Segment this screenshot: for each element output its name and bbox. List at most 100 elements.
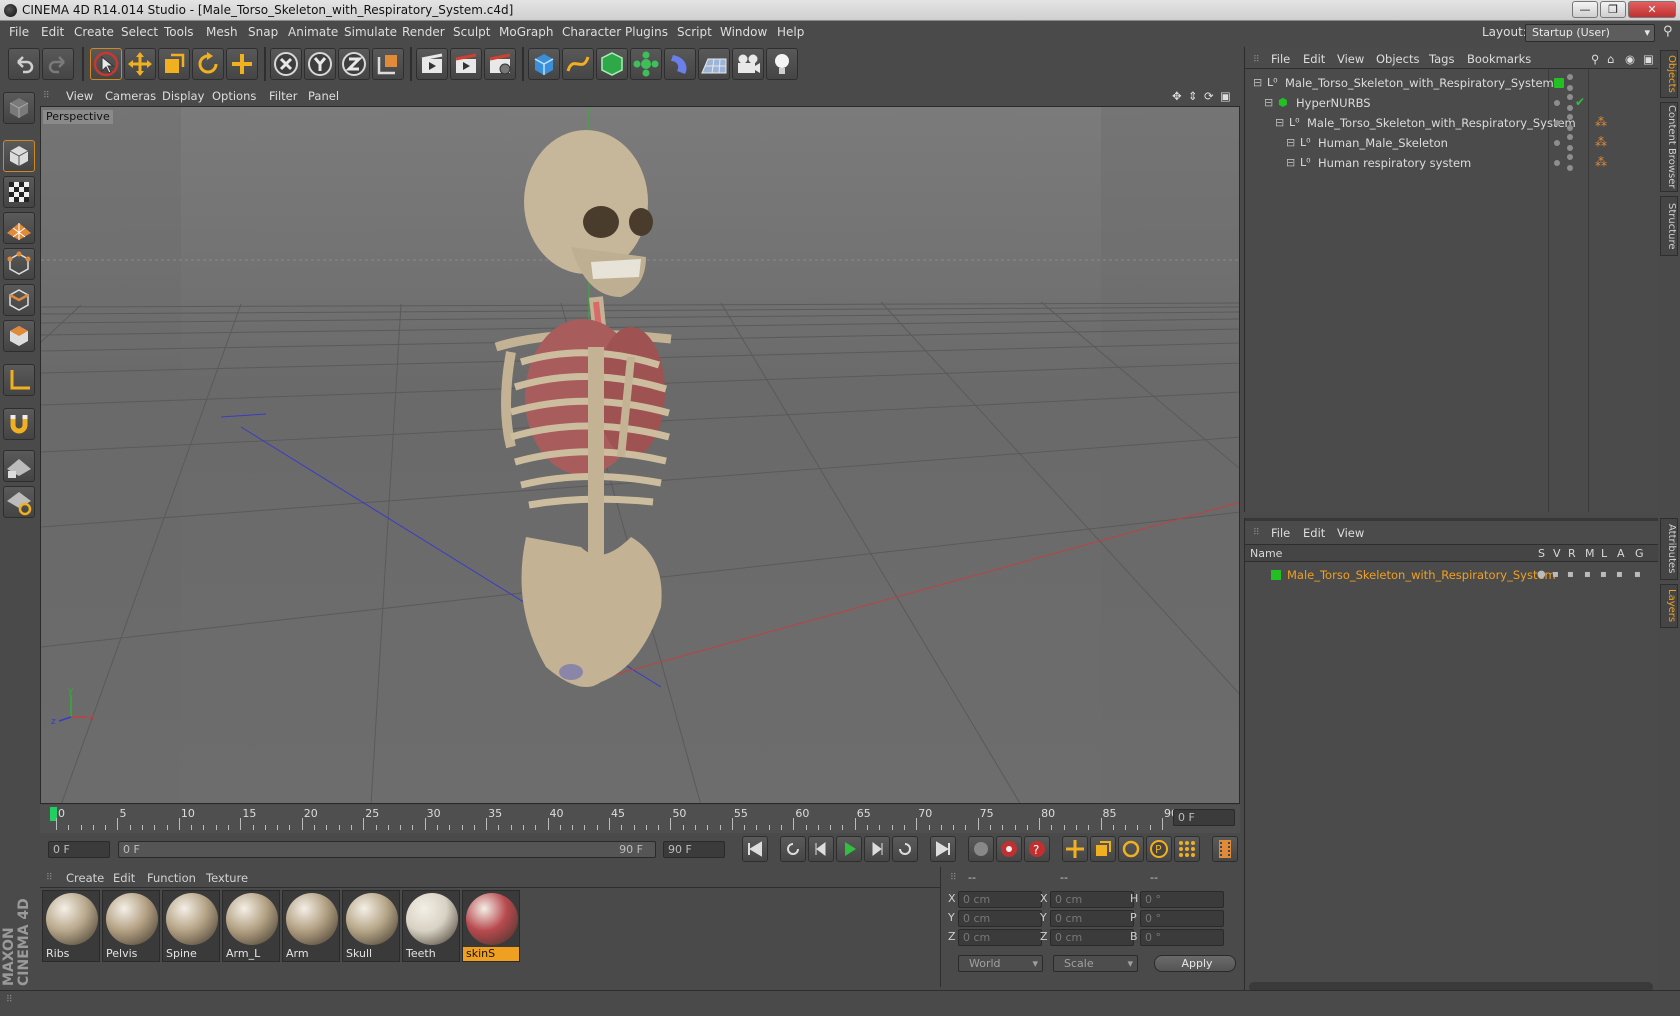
previous-key-button[interactable] [780, 836, 806, 862]
menu-help[interactable]: Help [777, 25, 804, 39]
object-menu-bookmarks[interactable]: Bookmarks [1467, 52, 1531, 66]
coord-value-field[interactable]: 0 cm [1050, 929, 1134, 946]
layer-color-indicator[interactable] [1554, 78, 1564, 88]
close-button[interactable]: ✕ [1628, 1, 1676, 18]
layer-column-m[interactable]: M [1585, 547, 1595, 560]
layer-column-name[interactable]: Name [1250, 547, 1282, 560]
visibility-dot[interactable] [1567, 165, 1573, 171]
maximize-button[interactable]: ❐ [1600, 1, 1626, 18]
panel-grip-icon[interactable]: ⠿ [1253, 55, 1260, 65]
material-swatch[interactable]: Skull [342, 890, 400, 962]
visibility-dot[interactable] [1567, 74, 1573, 80]
minimize-button[interactable]: — [1572, 1, 1598, 18]
material-swatch[interactable]: skinS [462, 890, 520, 962]
material-menu-texture[interactable]: Texture [206, 871, 248, 885]
goto-end-button[interactable] [930, 836, 956, 862]
viewport-dolly-icon[interactable]: ⇕ [1188, 89, 1198, 103]
live-selection-tool-button[interactable] [90, 48, 122, 80]
menu-simulate[interactable]: Simulate [344, 25, 397, 39]
expand-toggle-icon[interactable]: ⊟ [1286, 133, 1295, 153]
layer-color-indicator[interactable] [1554, 100, 1560, 106]
menu-window[interactable]: Window [720, 25, 767, 39]
rotate-tool-button[interactable] [192, 48, 224, 80]
material-swatch[interactable]: Arm_L [222, 890, 280, 962]
menu-mesh[interactable]: Mesh [206, 25, 238, 39]
expand-toggle-icon[interactable]: ⊟ [1253, 73, 1262, 93]
object-tree-row[interactable]: ⊟ L⁰ Male_Torso_Skeleton_with_Respiratory_… [1245, 113, 1576, 133]
coordinate-space-select[interactable]: World ▾ [958, 955, 1043, 972]
points-mode-button[interactable] [3, 248, 35, 280]
viewport-pan-icon[interactable]: ✥ [1172, 89, 1182, 103]
coord-value-field[interactable]: 0 ° [1140, 891, 1224, 908]
current-frame-field[interactable]: 0 F [1173, 809, 1235, 826]
tab-layers[interactable]: Layers [1660, 584, 1678, 628]
planar-workplane-button[interactable] [3, 486, 35, 518]
menu-create[interactable]: Create [74, 25, 114, 39]
layer-column-g[interactable]: G [1635, 547, 1644, 560]
viewport-menu-cameras[interactable]: Cameras [105, 89, 156, 103]
menu-sculpt[interactable]: Sculpt [453, 25, 490, 39]
layer-color-indicator[interactable] [1554, 140, 1560, 146]
x-axis-lock-button[interactable] [270, 48, 302, 80]
solo-toggle-icon[interactable]: ● [1537, 566, 1546, 584]
timeline-ruler[interactable]: 0 5 10 15 20 25 30 35 40 45 50 55 60 65 70 75 80 85 90 0 F [40, 805, 1240, 833]
panel-grip-icon[interactable]: ⠿ [46, 873, 53, 883]
viewport-menu-filter[interactable]: Filter [269, 89, 297, 103]
undo-button[interactable] [8, 48, 40, 80]
tab-structure[interactable]: Structure [1660, 196, 1678, 256]
add-spline-button[interactable] [562, 48, 594, 80]
panel-grip-icon[interactable]: ⠿ [950, 873, 957, 883]
material-swatch[interactable]: Ribs [42, 890, 100, 962]
material-swatch[interactable]: Pelvis [102, 890, 160, 962]
workplane-mode-button[interactable] [3, 212, 35, 244]
layer-column-r[interactable]: R [1568, 547, 1576, 560]
material-menu-edit[interactable]: Edit [113, 871, 135, 885]
3d-viewport[interactable]: y x z Perspective [40, 106, 1240, 804]
redo-button[interactable] [42, 48, 74, 80]
frame-range-slider[interactable]: 0 F 90 F [118, 841, 656, 858]
expand-toggle-icon[interactable]: ⊟ [1275, 113, 1284, 133]
object-menu-edit[interactable]: Edit [1303, 52, 1325, 66]
add-cube-button[interactable] [528, 48, 560, 80]
apply-button[interactable]: Apply [1154, 955, 1236, 972]
menu-select[interactable]: Select [121, 25, 158, 39]
edges-mode-button[interactable] [3, 284, 35, 316]
viewport-maximize-icon[interactable]: ▣ [1220, 89, 1231, 103]
z-axis-lock-button[interactable] [338, 48, 370, 80]
move-tool-button[interactable] [124, 48, 156, 80]
rotation-key-button[interactable] [1118, 836, 1144, 862]
menu-animate[interactable]: Animate [288, 25, 338, 39]
lock-toggle-icon[interactable]: ▪ [1600, 566, 1607, 584]
layout-select[interactable]: Startup (User) ▾ [1525, 24, 1655, 42]
timeline-window-button[interactable] [1212, 836, 1238, 862]
search-icon[interactable]: ⚲ [1591, 52, 1599, 66]
enabled-check-icon[interactable]: ✔ [1575, 95, 1585, 109]
keyframe-selection-button[interactable]: ? [1024, 836, 1050, 862]
end-frame-field[interactable]: 90 F [663, 841, 725, 858]
visibility-dot[interactable] [1567, 105, 1573, 111]
menu-mograph[interactable]: MoGraph [499, 25, 554, 39]
layer-row[interactable]: Male_Torso_Skeleton_with_Respiratory_Sys… [1245, 566, 1659, 584]
scale-tool-button[interactable] [158, 48, 190, 80]
add-nurbs-button[interactable] [596, 48, 628, 80]
layer-column-l[interactable]: L [1601, 547, 1607, 560]
layer-color-swatch[interactable] [1271, 570, 1281, 580]
material-menu-function[interactable]: Function [147, 871, 196, 885]
viewport-menu-panel[interactable]: Panel [308, 89, 339, 103]
axis-mode-button[interactable] [3, 364, 35, 396]
menu-render[interactable]: Render [402, 25, 445, 39]
expand-toggle-icon[interactable]: ⊟ [1286, 153, 1295, 173]
parameter-key-button[interactable]: P [1146, 836, 1172, 862]
autokey-button[interactable] [996, 836, 1022, 862]
menu-plugins[interactable]: Plugins [625, 25, 668, 39]
size-mode-select[interactable]: Scale ▾ [1053, 955, 1138, 972]
viewport-menu-view[interactable]: View [66, 89, 93, 103]
add-floor-button[interactable] [698, 48, 730, 80]
scale-key-button[interactable] [1090, 836, 1116, 862]
viewport-menu-display[interactable]: Display [162, 89, 204, 103]
material-tag-icon[interactable]: ⁂ [1595, 115, 1607, 129]
panel-grip-icon[interactable]: ⠿ [43, 91, 50, 101]
new-view-icon[interactable]: ▣ [1643, 52, 1654, 66]
coord-value-field[interactable]: 0 ° [1140, 929, 1224, 946]
visibility-dot[interactable] [1567, 154, 1573, 160]
